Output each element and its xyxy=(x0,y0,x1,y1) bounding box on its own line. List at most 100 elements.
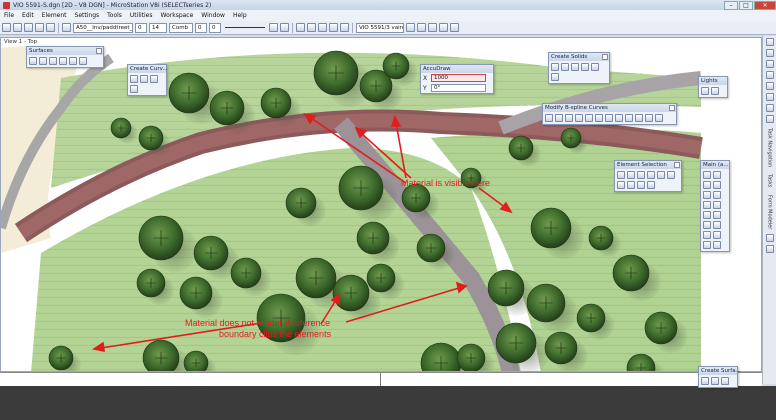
surface-tool-icon[interactable] xyxy=(39,57,47,65)
bspline-tool-icon[interactable] xyxy=(645,114,653,122)
dock-tool-icon[interactable] xyxy=(765,93,774,101)
tasks-tab[interactable]: Tasks xyxy=(767,174,773,187)
bspline-tool-icon[interactable] xyxy=(615,114,623,122)
dock-tool-icon[interactable] xyxy=(765,60,774,68)
active-weight-select[interactable]: 0 xyxy=(195,22,207,33)
accudraw-y-field[interactable]: 0° xyxy=(431,84,486,92)
panel-close-icon[interactable] xyxy=(96,48,102,54)
bspline-tool-icon[interactable] xyxy=(575,114,583,122)
view-attributes-icon[interactable] xyxy=(406,23,415,32)
bspline-tool-icon[interactable] xyxy=(565,114,573,122)
change-attributes-icon[interactable] xyxy=(703,241,711,249)
surface-tool-icon[interactable] xyxy=(701,377,709,385)
menu-utilities[interactable]: Utilities xyxy=(130,12,153,19)
dock-tool-icon[interactable] xyxy=(765,245,774,254)
solid-tool-icon[interactable] xyxy=(561,63,569,71)
solid-tool-icon[interactable] xyxy=(581,63,589,71)
render-icon[interactable] xyxy=(35,23,44,32)
snap-icon[interactable] xyxy=(428,23,437,32)
place-arc-icon[interactable] xyxy=(703,191,711,199)
active-linestyle-select[interactable]: Comb xyxy=(169,22,193,33)
bspline-tool-icon[interactable] xyxy=(625,114,633,122)
accudraw-x-field[interactable]: 1000 xyxy=(431,74,486,82)
surface-tool-icon[interactable] xyxy=(721,377,729,385)
bspline-tool-icon[interactable] xyxy=(605,114,613,122)
bspline-tool-icon[interactable] xyxy=(555,114,563,122)
select-all-icon[interactable] xyxy=(657,171,665,179)
delete-icon[interactable] xyxy=(713,241,721,249)
bspline-tool-icon[interactable] xyxy=(595,114,603,122)
curve-tool-icon[interactable] xyxy=(130,85,138,93)
level-manager-icon[interactable] xyxy=(62,23,71,32)
solid-tool-icon[interactable] xyxy=(591,63,599,71)
selection-arrow-icon[interactable] xyxy=(617,171,625,179)
dock-tool-icon[interactable] xyxy=(765,49,774,57)
minimize-button[interactable]: – xyxy=(724,0,738,10)
saved-views-icon[interactable] xyxy=(439,23,448,32)
solid-tool-icon[interactable] xyxy=(551,63,559,71)
active-level-select[interactable]: A50__Inv/paddtreet_p xyxy=(73,22,133,33)
view-window[interactable]: View 1 - Top Material is visible here Ma… xyxy=(0,37,762,372)
models-icon[interactable] xyxy=(340,23,349,32)
raster-icon[interactable] xyxy=(329,23,338,32)
menu-window[interactable]: Window xyxy=(201,12,225,19)
dock-tool-icon[interactable] xyxy=(765,104,774,112)
modify-icon[interactable] xyxy=(703,221,711,229)
menu-element[interactable]: Element xyxy=(42,12,67,19)
info-icon[interactable] xyxy=(296,23,305,32)
maximize-button[interactable]: □ xyxy=(739,0,753,10)
new-file-icon[interactable] xyxy=(2,23,11,32)
menu-tools[interactable]: Tools xyxy=(107,12,122,19)
curve-tool-icon[interactable] xyxy=(150,75,158,83)
open-file-icon[interactable] xyxy=(13,23,22,32)
select-shape-icon[interactable] xyxy=(637,171,645,179)
select-mode-subtract-icon[interactable] xyxy=(627,181,635,189)
bspline-tool-icon[interactable] xyxy=(655,114,663,122)
panel-close-icon[interactable] xyxy=(674,162,680,168)
element-selection-icon[interactable] xyxy=(703,171,711,179)
surface-tool-icon[interactable] xyxy=(79,57,87,65)
print-icon[interactable] xyxy=(46,23,55,32)
active-color-select[interactable]: 0 xyxy=(135,22,147,33)
help-icon[interactable] xyxy=(307,23,316,32)
move-icon[interactable] xyxy=(713,231,721,239)
priority-icon[interactable] xyxy=(280,23,289,32)
trim-icon[interactable] xyxy=(713,221,721,229)
active-model-select[interactable]: VIO 5591/3 vain xyxy=(356,22,404,33)
solid-tool-icon[interactable] xyxy=(571,63,579,71)
menu-file[interactable]: File xyxy=(4,12,14,19)
menu-edit[interactable]: Edit xyxy=(22,12,34,19)
select-clear-icon[interactable] xyxy=(647,181,655,189)
select-mode-new-icon[interactable] xyxy=(667,171,675,179)
dock-tool-icon[interactable] xyxy=(765,71,774,79)
place-circle-icon[interactable] xyxy=(713,191,721,199)
display-style-icon[interactable] xyxy=(417,23,426,32)
bulb-icon[interactable] xyxy=(711,87,719,95)
task-navigation-tab[interactable]: Task Navigation xyxy=(767,128,773,167)
surface-tool-icon[interactable] xyxy=(69,57,77,65)
bspline-tool-icon[interactable] xyxy=(585,114,593,122)
place-text-icon[interactable] xyxy=(703,201,711,209)
surface-tool-icon[interactable] xyxy=(59,57,67,65)
place-cell-icon[interactable] xyxy=(713,201,721,209)
active-style-select[interactable]: 0 xyxy=(209,22,221,33)
close-button[interactable]: ✕ xyxy=(754,0,776,10)
select-line-icon[interactable] xyxy=(647,171,655,179)
bspline-tool-icon[interactable] xyxy=(635,114,643,122)
solid-tool-icon[interactable] xyxy=(551,73,559,81)
select-mode-invert-icon[interactable] xyxy=(637,181,645,189)
dock-tool-icon[interactable] xyxy=(765,115,774,123)
dock-tool-icon[interactable] xyxy=(765,82,774,90)
surface-tool-icon[interactable] xyxy=(29,57,37,65)
key-in-icon[interactable] xyxy=(450,23,459,32)
copy-icon[interactable] xyxy=(703,231,711,239)
save-icon[interactable] xyxy=(24,23,33,32)
measure-icon[interactable] xyxy=(713,211,721,219)
bspline-tool-icon[interactable] xyxy=(545,114,553,122)
curve-tool-icon[interactable] xyxy=(130,75,138,83)
select-mode-add-icon[interactable] xyxy=(617,181,625,189)
select-block-icon[interactable] xyxy=(627,171,635,179)
place-line-icon[interactable] xyxy=(703,181,711,189)
menu-settings[interactable]: Settings xyxy=(75,12,100,19)
panel-close-icon[interactable] xyxy=(602,54,608,60)
